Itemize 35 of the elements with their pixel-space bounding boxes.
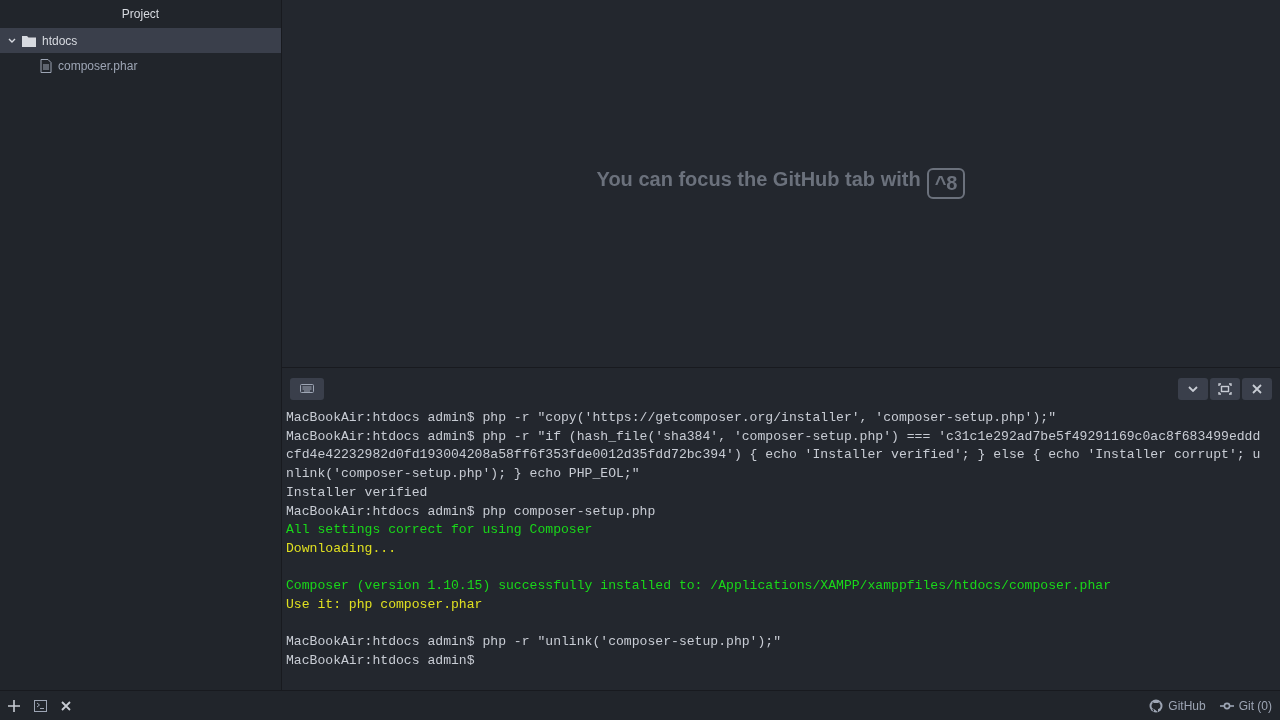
close-icon	[1252, 383, 1262, 394]
terminal-line: cfd4e42232982d0fd193004208a58ff6f353fde0012d35fdd72bc394') { echo 'Installer verified'; } else { echo 'Installer corrupt'; u	[286, 446, 1261, 465]
terminal-line: Installer verified	[286, 483, 428, 502]
maximize-icon	[1218, 382, 1232, 395]
terminal-line: MacBookAir:htdocs admin$	[286, 652, 475, 671]
close-icon[interactable]	[61, 700, 71, 711]
github-tab[interactable]: GitHub	[1149, 698, 1206, 713]
terminal-line: MacBookAir:htdocs admin$ php -r "unlink('composer-setup.php');"	[286, 633, 782, 652]
file-icon	[40, 58, 52, 73]
add-icon[interactable]	[8, 699, 20, 712]
keyboard-button[interactable]	[290, 377, 324, 400]
folder-icon	[22, 34, 36, 47]
tree-item[interactable]: composer.phar	[58, 58, 138, 73]
github-icon	[1149, 698, 1164, 713]
terminal-line: MacBookAir:htdocs admin$ php composer-setup.php	[286, 502, 656, 521]
shortcut-key: ^8	[926, 168, 966, 199]
terminal-line: nlink('composer-setup.php'); } echo PHP_EOL;"	[286, 465, 640, 484]
terminal-line: All settings correct for using Composer	[286, 521, 593, 540]
chevron-icon[interactable]	[8, 37, 16, 44]
terminal-line: Downloading...	[286, 539, 396, 558]
terminal-line: MacBookAir:htdocs admin$ php -r "if (hash_file('sha384', 'composer-setup.php') === 'c31c1e292ad7be5f49291169c0ac8f683499eddd	[286, 427, 1261, 446]
collapse-button[interactable]	[1178, 377, 1208, 400]
close-button[interactable]	[1242, 377, 1272, 400]
commit-icon	[1219, 701, 1234, 710]
git-tab[interactable]: Git (0)	[1219, 698, 1272, 713]
chevron-icon	[1188, 385, 1198, 392]
terminal-line: Use it: php composer.phar	[286, 596, 483, 614]
hint-text: You can focus the GitHub tab with	[596, 168, 921, 191]
terminal-icon[interactable]	[34, 699, 47, 712]
terminal-line: Composer (version 1.10.15) successfully installed to: /Applications/XAMPP/xamppfiles/htdocs/composer.phar	[286, 577, 1112, 596]
panel-title: Project	[121, 7, 160, 21]
tree-item[interactable]: htdocs	[0, 28, 281, 53]
maximize-button[interactable]	[1210, 377, 1240, 400]
terminal-line: MacBookAir:htdocs admin$ php -r "copy('https://getcomposer.org/installer', 'composer-setup.php');"	[286, 409, 1057, 427]
keyboard-icon	[300, 384, 314, 393]
